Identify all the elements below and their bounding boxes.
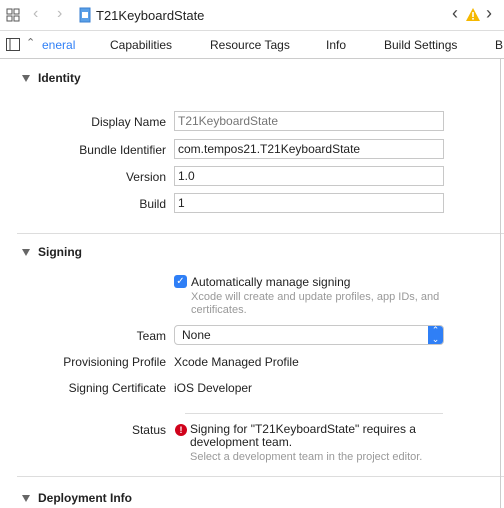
target-selector-icon[interactable]: ⌃ (26, 36, 35, 49)
back-icon[interactable]: ‹ (33, 5, 38, 23)
bundle-identifier-field[interactable]: com.tempos21.T21KeyboardState (174, 139, 444, 159)
display-name-label: Display Name (91, 115, 166, 129)
editor-tab-bar: ⌃ eneral Capabilities Resource Tags Info… (0, 31, 504, 59)
breadcrumb-title[interactable]: T21KeyboardState (96, 8, 204, 23)
auto-signing-checkbox[interactable]: ✓ (174, 275, 187, 288)
status-hint: Select a development team in the project… (190, 451, 423, 463)
disclosure-triangle-icon[interactable] (22, 75, 30, 82)
previous-issue-icon[interactable]: ‹ (452, 3, 458, 24)
section-identity: Identity (38, 71, 81, 85)
signing-certificate-value: iOS Developer (174, 381, 253, 395)
next-issue-icon[interactable]: › (486, 3, 492, 24)
status-label: Status (131, 423, 166, 437)
provisioning-profile-value: Xcode Managed Profile (174, 355, 299, 369)
error-icon: ! (175, 424, 187, 436)
tab-build-settings[interactable]: Build Settings (384, 38, 457, 52)
auto-signing-label[interactable]: Automatically manage signing (191, 275, 350, 289)
build-label: Build (139, 197, 166, 211)
status-error-message: Signing for "T21KeyboardState" requires … (190, 422, 416, 449)
team-label: Team (136, 329, 166, 343)
version-field[interactable]: 1.0 (174, 166, 444, 186)
sidebar-toggle-icon[interactable] (6, 38, 20, 51)
divider (17, 233, 504, 234)
version-label: Version (125, 170, 166, 184)
disclosure-triangle-icon[interactable] (22, 495, 30, 502)
build-field[interactable]: 1 (174, 193, 444, 213)
tab-general[interactable]: eneral (42, 38, 75, 52)
disclosure-triangle-icon[interactable] (22, 249, 30, 256)
tab-info[interactable]: Info (326, 38, 346, 52)
popup-arrows-icon: ⌃ ⌄ (428, 326, 443, 344)
pane-border (500, 58, 501, 508)
provisioning-profile-label: Provisioning Profile (63, 355, 166, 369)
project-file-icon (79, 7, 91, 23)
section-deployment-info: Deployment Info (38, 491, 133, 505)
divider (185, 413, 443, 414)
toolbar: ‹ › T21KeyboardState ‹ › (0, 0, 504, 31)
forward-icon[interactable]: › (57, 5, 62, 23)
tab-build-phases[interactable]: B (495, 38, 503, 52)
bundle-identifier-label: Bundle Identifier (79, 143, 166, 157)
section-signing: Signing (38, 245, 82, 259)
auto-signing-description: Xcode will create and update profiles, a… (191, 291, 440, 316)
tab-capabilities[interactable]: Capabilities (110, 38, 172, 52)
signing-certificate-label: Signing Certificate (68, 381, 166, 395)
display-name-field[interactable] (174, 111, 444, 131)
related-items-icon[interactable] (6, 8, 20, 22)
team-value: None (182, 328, 211, 342)
team-popup[interactable]: None ⌃ ⌄ (174, 325, 444, 345)
divider (17, 476, 504, 477)
tab-resource-tags[interactable]: Resource Tags (210, 38, 290, 52)
warning-icon[interactable] (466, 8, 480, 21)
